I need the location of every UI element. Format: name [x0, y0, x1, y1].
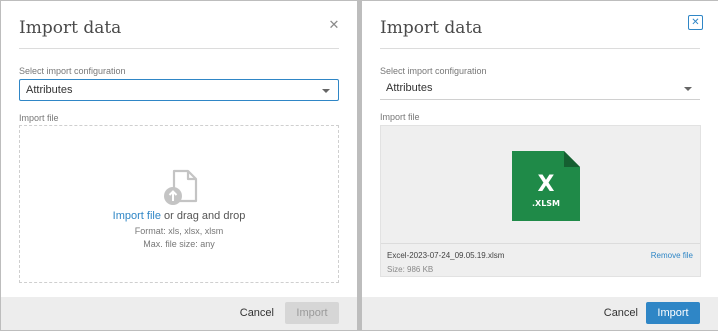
import-button[interactable]: Import	[285, 302, 339, 324]
file-name: Excel-2023-07-24_09.05.19.xlsm	[387, 251, 505, 260]
import-dialog-loaded: Import data ✕ Select import configuratio…	[362, 1, 718, 330]
import-file-label: Import file	[19, 113, 59, 123]
file-preview: X .XLSM	[381, 126, 700, 244]
file-dropzone[interactable]: Import file or drag and drop Format: xls…	[19, 125, 339, 283]
file-upload-icon	[164, 169, 198, 205]
config-label: Select import configuration	[19, 66, 126, 76]
close-icon[interactable]: ✕	[688, 15, 703, 30]
config-select[interactable]: Attributes	[19, 79, 339, 101]
import-file-label: Import file	[380, 112, 420, 122]
import-dialog-empty: Import data ✕ Select import configuratio…	[1, 1, 357, 330]
config-select-value: Attributes	[386, 82, 433, 94]
max-size-text: Max. file size: any	[143, 239, 215, 249]
drag-drop-text: or drag and drop	[160, 210, 246, 222]
chevron-down-icon	[684, 87, 692, 91]
excel-file-icon: X .XLSM	[512, 151, 580, 221]
selected-file-card: X .XLSM Excel-2023-07-24_09.05.19.xlsm S…	[380, 125, 701, 277]
import-file-link[interactable]: Import file	[113, 210, 161, 222]
import-button[interactable]: Import	[646, 302, 700, 324]
excel-icon-letter: X	[538, 172, 555, 197]
dialog-footer: Cancel Import	[362, 297, 718, 330]
config-select[interactable]: Attributes	[380, 78, 700, 100]
drop-instructions: Import file or drag and drop	[20, 210, 338, 222]
cancel-button[interactable]: Cancel	[240, 307, 274, 319]
config-label: Select import configuration	[380, 66, 487, 76]
remove-file-link[interactable]: Remove file	[651, 251, 693, 260]
chevron-down-icon	[322, 89, 330, 93]
dialog-title: Import data	[19, 18, 122, 38]
format-text: Format: xls, xlsx, xlsm	[134, 226, 224, 236]
title-divider	[19, 48, 339, 49]
file-size: Size: 986 KB	[387, 265, 434, 274]
config-select-value: Attributes	[26, 84, 73, 96]
excel-icon-extension: .XLSM	[532, 199, 560, 208]
close-icon[interactable]: ✕	[327, 18, 341, 32]
title-divider	[380, 48, 700, 49]
dialog-title: Import data	[380, 18, 483, 38]
cancel-button[interactable]: Cancel	[604, 307, 638, 319]
dialog-footer: Cancel Import	[1, 297, 357, 330]
